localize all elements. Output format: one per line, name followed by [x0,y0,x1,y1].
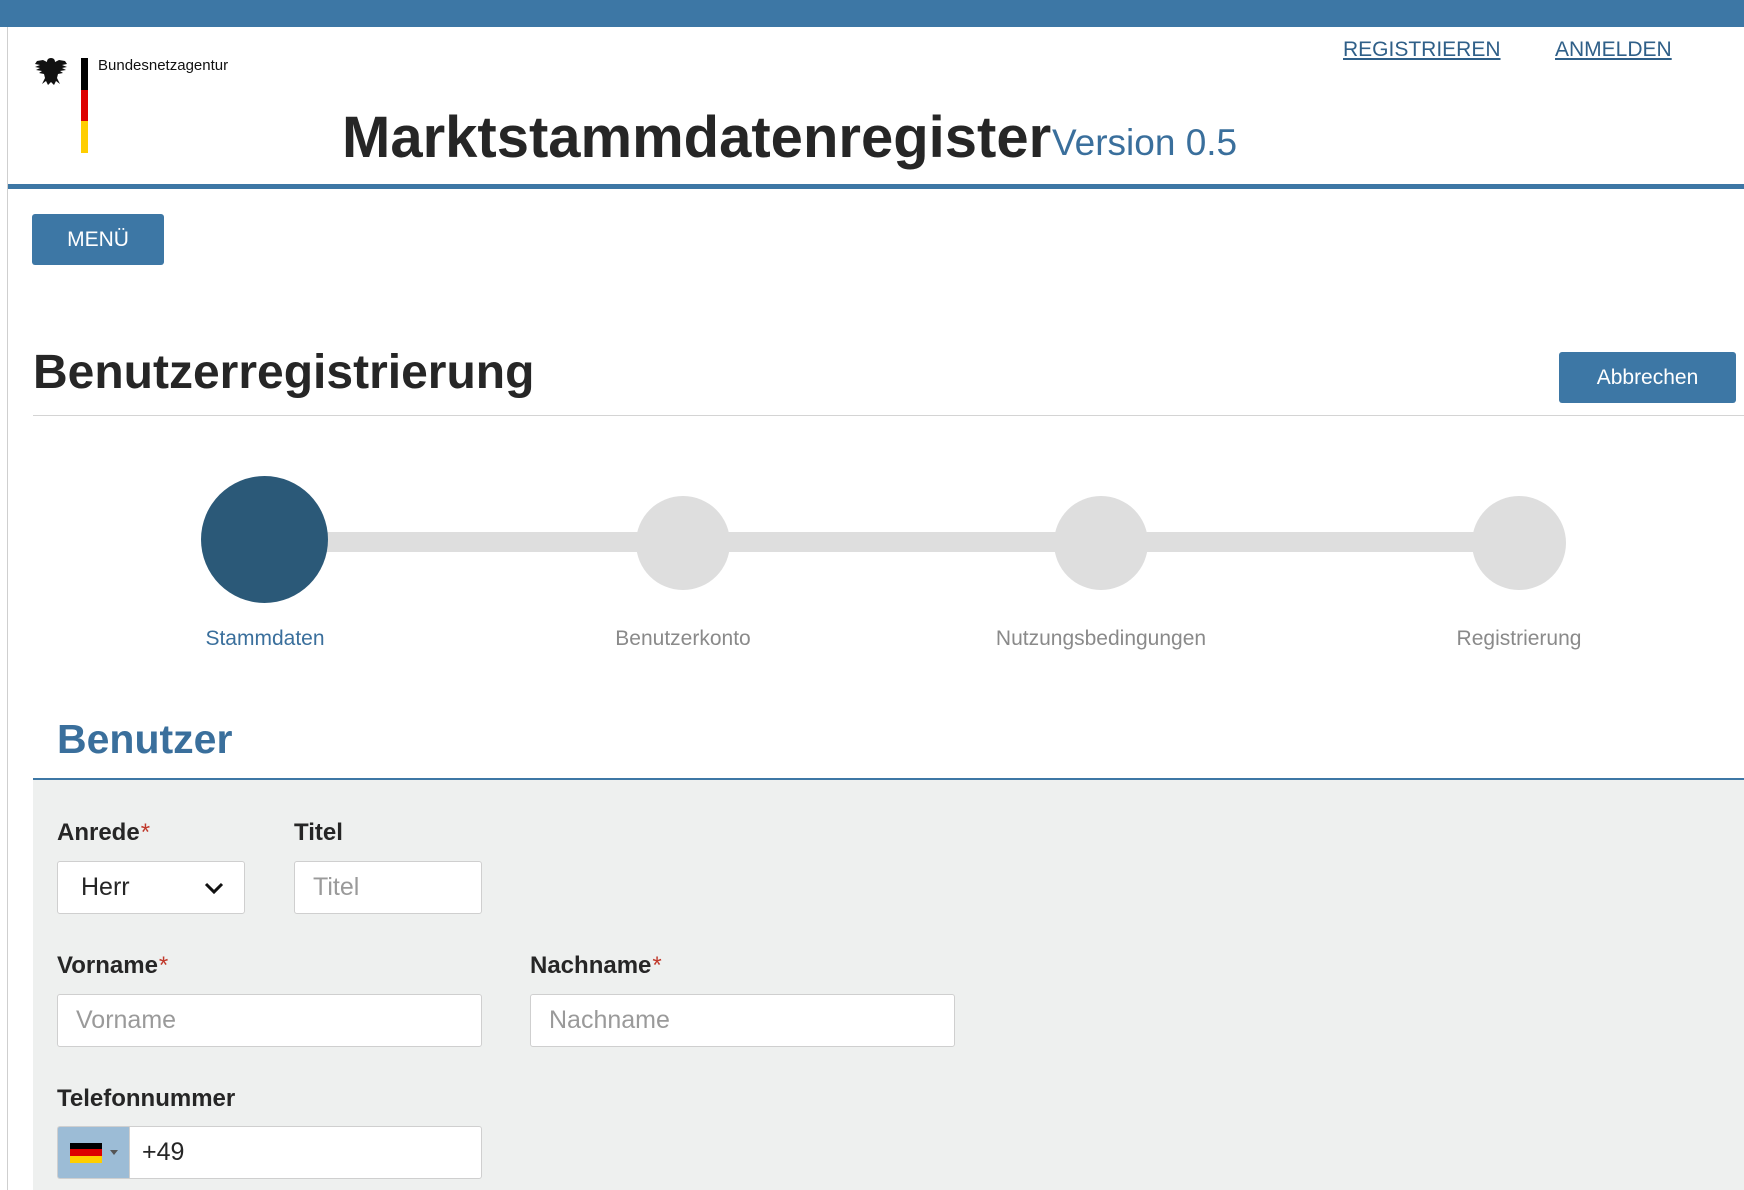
step-2-indicator[interactable] [636,496,730,590]
nav-link-login[interactable]: ANMELDEN [1555,38,1672,62]
stepper-track [264,532,1519,552]
title-divider [33,415,1744,416]
chevron-down-icon [204,882,224,894]
step-3-label: Nutzungsbedingungen [995,627,1207,650]
anrede-select-value: Herr [81,873,130,901]
step-1-indicator-active[interactable] [201,476,328,603]
vorname-label: Vorname* [57,952,169,979]
de-flag-icon [69,1142,102,1163]
anrede-select[interactable]: Herr [57,861,245,914]
cancel-button[interactable]: Abbrechen [1559,352,1736,403]
required-marker: * [158,952,169,979]
titel-label: Titel [294,819,343,846]
step-1-label: Stammdaten [205,627,325,650]
nachname-input[interactable] [530,994,955,1047]
page-title: Benutzerregistrierung [33,346,535,399]
required-marker: * [652,952,662,979]
country-code-dropdown[interactable] [57,1126,129,1179]
logo-text: Bundesnetzagentur [98,57,229,74]
anrede-label: Anrede* [57,819,151,846]
required-marker: * [140,819,151,846]
federal-eagle-icon [35,58,67,85]
nav-link-register[interactable]: REGISTRIEREN [1343,38,1501,62]
section-title-benutzer: Benutzer [57,716,233,762]
window-top-bar [0,0,1744,27]
app-title: Marktstammdatenregister [342,105,1052,170]
caret-down-icon [109,1150,118,1155]
titel-input[interactable] [294,861,482,914]
menu-button[interactable]: MENÜ [32,214,164,265]
header-divider [8,184,1744,189]
telefon-label: Telefonnummer [57,1085,236,1112]
step-2-label: Benutzerkonto [615,627,751,650]
app-version: Version 0.5 [1052,122,1238,163]
step-4-indicator[interactable] [1472,496,1566,590]
nachname-label: Nachname* [530,952,662,979]
logo-flag-stripe [81,58,88,153]
step-4-label: Registrierung [1456,627,1582,650]
vorname-input[interactable] [57,994,482,1047]
phone-input-group [57,1126,482,1179]
telefon-input[interactable] [129,1126,482,1179]
step-3-indicator[interactable] [1054,496,1148,590]
bundesnetzagentur-logo[interactable]: Bundesnetzagentur [33,55,263,155]
window-left-border [7,27,8,1190]
